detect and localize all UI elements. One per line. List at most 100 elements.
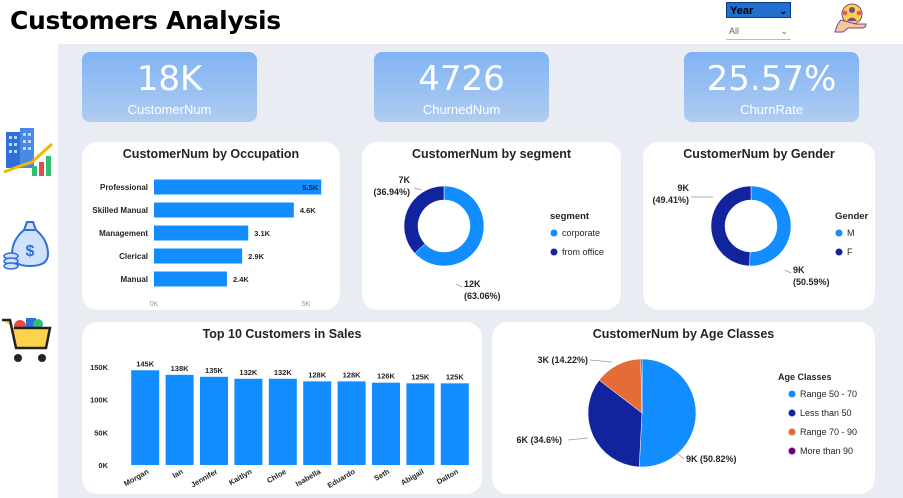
year-slicer-header[interactable]: Year ⌄ bbox=[726, 2, 791, 18]
legend-label: Range 50 - 70 bbox=[800, 389, 857, 399]
data-label: 138K bbox=[171, 364, 190, 373]
segment-chart-card: CustomerNum by segment segment corporate f… bbox=[362, 142, 621, 310]
legend-marker bbox=[550, 248, 558, 256]
data-label: 132K bbox=[274, 368, 293, 377]
data-label: 4.6K bbox=[300, 206, 316, 215]
top-customers-chart-card: Top 10 Customers in Sales 0K 50K 100K 150K 1… bbox=[82, 322, 482, 494]
segment-donut-chart: segment corporate from office 12K (63.06%) 7K… bbox=[373, 175, 604, 301]
bar bbox=[131, 370, 160, 465]
data-label: 132K bbox=[239, 368, 258, 377]
bar bbox=[154, 202, 294, 218]
bar bbox=[165, 374, 194, 465]
data-label-percent: (36.94%) bbox=[373, 187, 410, 197]
age-chart-card: CustomerNum by Age Classes Age Classes Ra… bbox=[492, 322, 875, 494]
data-label: 126K bbox=[377, 372, 396, 381]
category-label: Skilled Manual bbox=[92, 206, 148, 215]
leader-line bbox=[589, 359, 613, 363]
header: Customers Analysis Year ⌄ All ⌄ bbox=[0, 0, 903, 44]
legend-marker bbox=[550, 229, 558, 237]
bar bbox=[372, 382, 400, 465]
leader-line bbox=[455, 283, 463, 288]
users-hand-icon bbox=[834, 3, 867, 33]
bar bbox=[303, 381, 332, 465]
category-label: Management bbox=[99, 229, 148, 238]
legend-title: Age Classes bbox=[778, 372, 832, 382]
category-label: Manual bbox=[120, 275, 148, 284]
y-tick-label: 100K bbox=[90, 396, 109, 405]
data-label: 2.9K bbox=[248, 252, 264, 261]
kpi-value: 18K bbox=[136, 59, 203, 99]
legend-marker bbox=[835, 248, 843, 256]
data-label: 128K bbox=[308, 370, 327, 379]
bar bbox=[337, 381, 366, 465]
data-label: 3K (14.22%) bbox=[537, 355, 588, 365]
data-label-value: 7K bbox=[398, 175, 410, 185]
buildings-chart-icon[interactable] bbox=[2, 126, 56, 180]
bar bbox=[200, 376, 228, 465]
kpi-value: 25.57% bbox=[706, 59, 837, 99]
bar bbox=[154, 248, 243, 264]
year-slicer-label: Year bbox=[730, 5, 754, 17]
legend-marker bbox=[788, 409, 796, 417]
data-label: 145K bbox=[136, 359, 155, 368]
data-label: 5.5K bbox=[302, 183, 318, 192]
bar bbox=[406, 383, 435, 465]
pie-slice bbox=[638, 358, 697, 468]
leader-line bbox=[413, 187, 423, 191]
kpi-customer-num: 18K CustomerNum bbox=[82, 52, 257, 122]
top-customers-bar-chart: 0K 50K 100K 150K 145K Morgan 138K Ian 135K Jennif… bbox=[90, 359, 469, 490]
category-label: Chloe bbox=[265, 467, 288, 485]
money-bag-icon[interactable]: $ bbox=[2, 216, 56, 270]
legend-marker bbox=[788, 428, 796, 436]
page-title: Customers Analysis bbox=[10, 6, 281, 35]
chevron-down-icon[interactable]: ⌄ bbox=[780, 23, 788, 40]
legend-label: Less than 50 bbox=[800, 408, 852, 418]
y-tick-label: 50K bbox=[94, 428, 108, 437]
legend-label: F bbox=[847, 247, 853, 257]
occupation-bar-chart: Professional 5.5K Skilled Manual 4.6K Manage… bbox=[92, 179, 322, 308]
bar bbox=[154, 179, 322, 195]
kpi-label: ChurnRate bbox=[740, 102, 803, 117]
donut-slice bbox=[710, 185, 752, 267]
leader-line bbox=[675, 451, 685, 460]
x-tick-label: 5K bbox=[302, 301, 311, 308]
data-label: 2.4K bbox=[233, 275, 249, 284]
kpi-value: 4726 bbox=[418, 59, 505, 99]
y-tick-label: 150K bbox=[90, 363, 109, 372]
data-label: 9K (50.82%) bbox=[686, 454, 737, 464]
kpi-label: CustomerNum bbox=[127, 102, 212, 117]
shopping-cart-icon[interactable] bbox=[0, 310, 56, 366]
category-label: Isabella bbox=[294, 467, 323, 489]
category-label: Ian bbox=[171, 467, 185, 480]
donut-slice bbox=[749, 185, 792, 267]
year-slicer-value: All bbox=[729, 26, 740, 36]
sidebar: $ bbox=[0, 44, 58, 498]
bar bbox=[154, 225, 249, 241]
category-label: Professional bbox=[100, 183, 148, 192]
data-label: 3.1K bbox=[254, 229, 270, 238]
legend-label: from office bbox=[562, 247, 604, 257]
legend-marker bbox=[788, 390, 796, 398]
legend-label: M bbox=[847, 228, 855, 238]
year-slicer-dropdown[interactable]: All ⌄ bbox=[726, 23, 791, 40]
data-label: 6K (34.6%) bbox=[516, 435, 562, 445]
bar bbox=[268, 378, 297, 465]
kpi-label: ChurnedNum bbox=[422, 102, 501, 117]
data-label: 125K bbox=[446, 372, 465, 381]
x-tick-label: 0K bbox=[150, 301, 159, 308]
occupation-chart-card: CustomerNum by Occupation Professional 5.… bbox=[82, 142, 340, 310]
data-label: 125K bbox=[411, 372, 430, 381]
leader-line bbox=[567, 437, 589, 441]
data-label-percent: (50.59%) bbox=[793, 277, 830, 287]
category-label: Jennifer bbox=[189, 467, 219, 489]
svg-text:$: $ bbox=[26, 243, 35, 260]
category-label: Clerical bbox=[119, 252, 148, 261]
data-label-value: 9K bbox=[677, 183, 689, 193]
legend-label: More than 90 bbox=[800, 446, 853, 456]
data-label-value: 9K bbox=[793, 265, 805, 275]
chevron-down-icon[interactable]: ⌄ bbox=[779, 3, 787, 19]
gender-chart-card: CustomerNum by Gender Gender M F 9K (50.59%)… bbox=[643, 142, 875, 310]
data-label-percent: (63.06%) bbox=[464, 291, 501, 301]
data-label: 128K bbox=[343, 370, 362, 379]
bar bbox=[234, 378, 263, 465]
